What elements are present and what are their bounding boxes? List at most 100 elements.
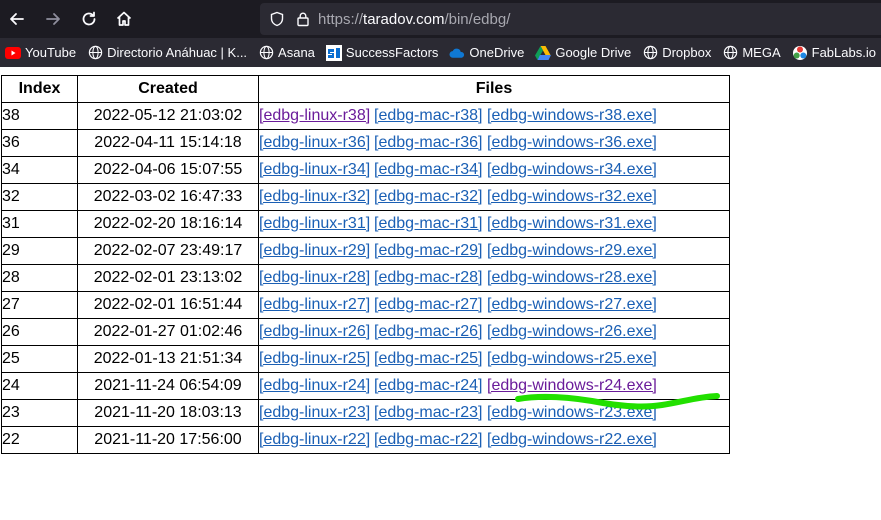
download-link-linux[interactable]: [edbg-linux-r31]: [259, 215, 370, 232]
fablabs-icon: [792, 45, 808, 61]
download-link-mac[interactable]: [edbg-mac-r34]: [374, 161, 483, 178]
download-link-linux[interactable]: [edbg-linux-r32]: [259, 188, 370, 205]
download-link-mac[interactable]: [edbg-mac-r28]: [374, 269, 483, 286]
download-link-linux[interactable]: [edbg-linux-r28]: [259, 269, 370, 286]
bookmark-label: Directorio Anáhuac | K...: [107, 45, 248, 60]
url-host: taradov.com: [363, 10, 445, 28]
download-link-windows[interactable]: [edbg-windows-r36.exe]: [487, 134, 657, 151]
download-link-windows[interactable]: [edbg-windows-r29.exe]: [487, 242, 657, 259]
download-link-windows[interactable]: [edbg-windows-r34.exe]: [487, 161, 657, 178]
bookmark-label: FabLabs.io: [811, 45, 876, 60]
row-created: 2022-04-06 15:07:55: [77, 156, 259, 184]
download-link-windows[interactable]: [edbg-windows-r23.exe]: [487, 404, 657, 421]
download-link-windows[interactable]: [edbg-windows-r31.exe]: [487, 215, 657, 232]
download-link-linux[interactable]: [edbg-linux-r23]: [259, 404, 370, 421]
row-files: [edbg-linux-r38] [edbg-mac-r38] [edbg-wind…: [258, 102, 730, 130]
download-link-windows[interactable]: [edbg-windows-r27.exe]: [487, 296, 657, 313]
bookmark-successfactors[interactable]: SuccessFactors: [321, 38, 444, 67]
download-link-linux[interactable]: [edbg-linux-r25]: [259, 350, 370, 367]
forward-button[interactable]: [41, 7, 65, 31]
bookmark-fablabs-io[interactable]: FabLabs.io: [787, 38, 881, 67]
bookmark-label: OneDrive: [469, 45, 525, 60]
download-link-mac[interactable]: [edbg-mac-r29]: [374, 242, 483, 259]
row-created: 2021-11-24 06:54:09: [77, 372, 259, 400]
download-link-windows[interactable]: [edbg-windows-r32.exe]: [487, 188, 657, 205]
row-created: 2022-05-12 21:03:02: [77, 102, 259, 130]
row-index: 26: [1, 318, 78, 346]
download-link-mac[interactable]: [edbg-mac-r27]: [374, 296, 483, 313]
row-created: 2021-11-20 18:03:13: [77, 399, 259, 427]
row-index: 32: [1, 183, 78, 211]
row-created: 2022-02-01 16:51:44: [77, 291, 259, 319]
table-header-row: Index Created Files: [1, 75, 730, 103]
row-files: [edbg-linux-r31] [edbg-mac-r31] [edbg-wind…: [258, 210, 730, 238]
row-created: 2022-03-02 16:47:33: [77, 183, 259, 211]
bookmark-onedrive[interactable]: OneDrive: [444, 38, 530, 67]
bookmark-youtube[interactable]: YouTube: [0, 38, 82, 67]
bookmark-mega[interactable]: MEGA: [717, 38, 786, 67]
download-link-linux[interactable]: [edbg-linux-r29]: [259, 242, 370, 259]
bookmark-label: Google Drive: [555, 45, 632, 60]
reload-button[interactable]: [77, 7, 101, 31]
download-link-mac[interactable]: [edbg-mac-r32]: [374, 188, 483, 205]
row-index: 25: [1, 345, 78, 373]
table-row: 28 2022-02-01 23:13:02 [edbg-linux-r28] [ed…: [1, 264, 730, 292]
url-scheme: https://: [318, 10, 364, 28]
download-link-linux[interactable]: [edbg-linux-r26]: [259, 323, 370, 340]
address-bar[interactable]: https://taradov.com/bin/edbg/: [260, 3, 881, 35]
download-link-windows[interactable]: [edbg-windows-r25.exe]: [487, 350, 657, 367]
lock-icon[interactable]: [294, 10, 312, 28]
row-index: 29: [1, 237, 78, 265]
arrow-left-icon: [10, 13, 24, 25]
arrow-right-icon: [46, 13, 60, 25]
download-link-windows[interactable]: [edbg-windows-r38.exe]: [487, 107, 657, 124]
download-link-linux[interactable]: [edbg-linux-r24]: [259, 377, 370, 394]
url-text[interactable]: https://taradov.com/bin/edbg/: [318, 11, 510, 28]
table-row: 27 2022-02-01 16:51:44 [edbg-linux-r27] [ed…: [1, 291, 730, 319]
download-link-windows[interactable]: [edbg-windows-r24.exe]: [487, 377, 657, 394]
row-files: [edbg-linux-r36] [edbg-mac-r36] [edbg-wind…: [258, 129, 730, 157]
globe-icon: [722, 45, 738, 61]
download-link-mac[interactable]: [edbg-mac-r31]: [374, 215, 483, 232]
download-link-mac[interactable]: [edbg-mac-r24]: [374, 377, 483, 394]
download-link-mac[interactable]: [edbg-mac-r23]: [374, 404, 483, 421]
download-link-linux[interactable]: [edbg-linux-r22]: [259, 431, 370, 448]
download-link-windows[interactable]: [edbg-windows-r28.exe]: [487, 269, 657, 286]
download-link-windows[interactable]: [edbg-windows-r26.exe]: [487, 323, 657, 340]
download-link-mac[interactable]: [edbg-mac-r26]: [374, 323, 483, 340]
download-link-windows[interactable]: [edbg-windows-r22.exe]: [487, 431, 657, 448]
bookmark-directorio-an-huac-k[interactable]: Directorio Anáhuac | K...: [82, 38, 253, 67]
bookmark-dropbox[interactable]: Dropbox: [637, 38, 717, 67]
row-index: 34: [1, 156, 78, 184]
download-link-linux[interactable]: [edbg-linux-r36]: [259, 134, 370, 151]
row-files: [edbg-linux-r23] [edbg-mac-r23] [edbg-wind…: [258, 399, 730, 427]
row-index: 22: [1, 426, 78, 454]
bookmark-label: YouTube: [25, 45, 77, 60]
header-created: Created: [77, 75, 259, 103]
globe-icon: [87, 45, 103, 61]
bookmark-google-drive[interactable]: Google Drive: [530, 38, 637, 67]
header-files: Files: [258, 75, 730, 103]
download-link-mac[interactable]: [edbg-mac-r22]: [374, 431, 483, 448]
download-link-mac[interactable]: [edbg-mac-r25]: [374, 350, 483, 367]
bookmark-asana[interactable]: Asana: [253, 38, 321, 67]
bookmark-label: SuccessFactors: [345, 45, 439, 60]
row-files: [edbg-linux-r32] [edbg-mac-r32] [edbg-wind…: [258, 183, 730, 211]
shield-icon[interactable]: [268, 10, 286, 28]
download-link-mac[interactable]: [edbg-mac-r38]: [374, 107, 483, 124]
bookmark-label: Asana: [278, 45, 315, 60]
download-link-linux[interactable]: [edbg-linux-r34]: [259, 161, 370, 178]
globe-icon: [258, 45, 274, 61]
download-link-linux[interactable]: [edbg-linux-r38]: [259, 107, 370, 124]
row-created: 2022-01-27 01:02:46: [77, 318, 259, 346]
back-button[interactable]: [5, 7, 29, 31]
row-files: [edbg-linux-r25] [edbg-mac-r25] [edbg-wind…: [258, 345, 730, 373]
download-link-linux[interactable]: [edbg-linux-r27]: [259, 296, 370, 313]
download-link-mac[interactable]: [edbg-mac-r36]: [374, 134, 483, 151]
row-index: 36: [1, 129, 78, 157]
table-row: 23 2021-11-20 18:03:13 [edbg-linux-r23] [ed…: [1, 399, 730, 427]
table-row: 24 2021-11-24 06:54:09 [edbg-linux-r24] [ed…: [1, 372, 730, 400]
bookmarks-bar: YouTube Directorio Anáhuac | K... Asana Suc…: [0, 38, 881, 67]
home-button[interactable]: [112, 7, 136, 31]
table-row: 34 2022-04-06 15:07:55 [edbg-linux-r34] [ed…: [1, 156, 730, 184]
